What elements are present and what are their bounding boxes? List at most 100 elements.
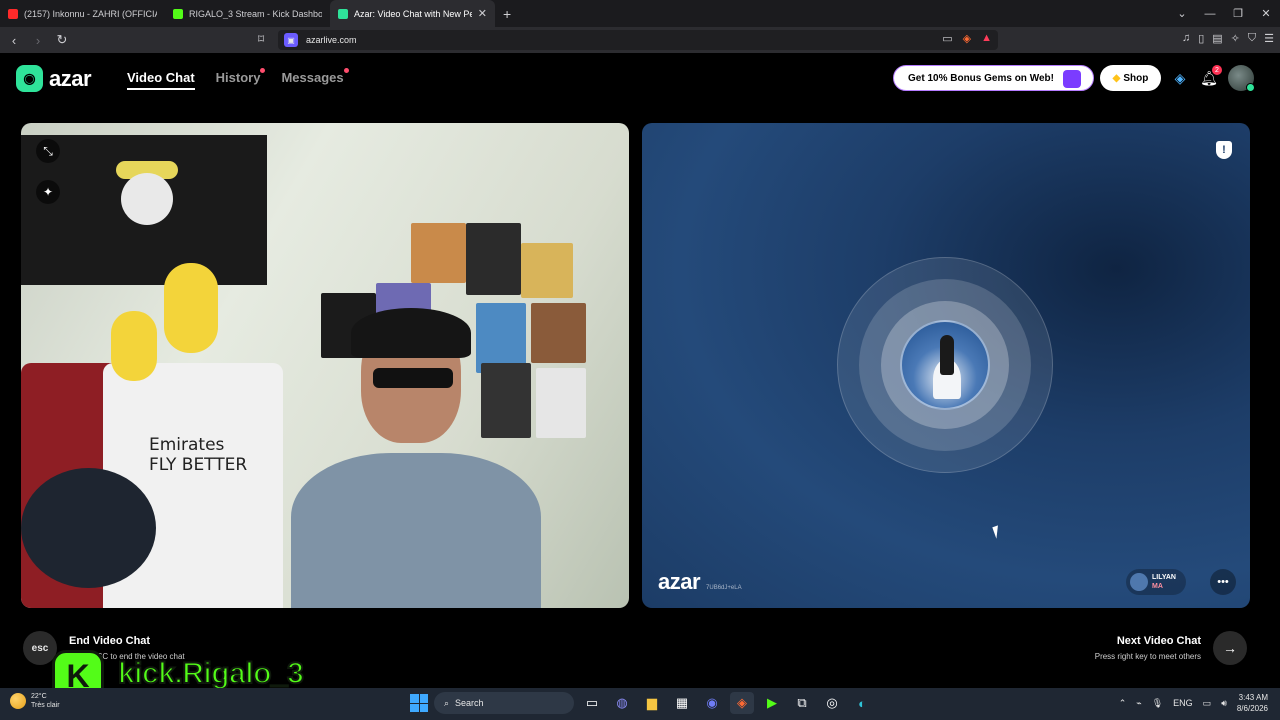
end-chat-title: End Video Chat [69, 635, 151, 647]
network-icon[interactable]: ⌁ [1136, 698, 1141, 709]
kick-icon [173, 8, 183, 19]
azar-logo[interactable]: ◉ azar [16, 65, 92, 92]
close-icon[interactable]: ✕ [1252, 7, 1280, 20]
browser-extensions: ♫ ▯ ▤ ✧ ⛉ ☰ [1182, 32, 1274, 45]
azar-watermark: azar 7UB6dJ+eLA [658, 569, 742, 595]
report-icon[interactable]: ! [1216, 141, 1232, 159]
browser-tab-youtube[interactable]: (2157) Inkonnu - ZAHRI (OFFICIAL AUDIO) [0, 0, 165, 27]
bell-icon[interactable]: 🔔︎ 2 [1200, 65, 1222, 87]
date: 8/6/2026 [1236, 704, 1268, 713]
taskbar-search[interactable]: ⌕ Search [434, 692, 574, 714]
nav-history-label: History [215, 70, 261, 85]
taskbar-apps: ⌕ Search ▭ ◍ ▆ ▦ ◉ ◈ ▶ ⧉ ◎ ◐ [410, 692, 874, 714]
store-icon[interactable]: ▦ [670, 692, 694, 714]
site-info-icon[interactable]: ▣ [284, 33, 298, 47]
resize-icon[interactable]: ⤡ [36, 139, 60, 163]
windows-start-icon[interactable] [410, 694, 428, 712]
chevron-down-icon[interactable]: ⌄ [1168, 7, 1196, 20]
teams-icon[interactable]: ◍ [610, 692, 634, 714]
microphone-icon[interactable]: 🎙︎ [1152, 698, 1163, 709]
task-view-icon[interactable]: ▭ [580, 692, 604, 714]
nav-messages[interactable]: Messages [281, 68, 349, 90]
shop-label: Shop [1123, 72, 1149, 84]
brave-browser-icon[interactable]: ◈ [730, 692, 754, 714]
partner-country: MA [1152, 583, 1163, 590]
minion-toy-large [164, 263, 218, 353]
language-indicator[interactable]: ENG [1173, 698, 1193, 708]
reload-icon[interactable]: ↻ [52, 32, 72, 48]
tab-title: Azar: Video Chat with New People [354, 8, 472, 19]
window-controls: ⌄ — ❐ ✕ [1168, 0, 1280, 27]
search-placeholder: Search [455, 698, 484, 708]
sidebar-icon[interactable]: ▯ [1198, 32, 1204, 45]
weather-widget[interactable]: 22°C Très clair [10, 692, 60, 710]
watermark-id: 7UB6dJ+eLA [706, 585, 742, 591]
screen: (2157) Inkonnu - ZAHRI (OFFICIAL AUDIO) … [0, 0, 1280, 720]
new-tab-icon[interactable]: + [503, 6, 511, 22]
person-torso [291, 453, 541, 608]
edge-icon[interactable]: ◐ [850, 692, 874, 714]
browser-tab-kick[interactable]: RIGALO_3 Stream - Kick Dashboard [165, 0, 330, 27]
gems-balance-icon[interactable]: ◈ [1171, 69, 1189, 87]
unread-dot [343, 68, 349, 73]
bookmark-icon[interactable]: ⌑ [258, 32, 264, 46]
back-icon[interactable]: ‹ [4, 33, 24, 48]
tab-title: (2157) Inkonnu - ZAHRI (OFFICIAL AUDIO) [24, 8, 157, 19]
rewards-icon[interactable]: ▲ [981, 32, 992, 45]
leo-ai-icon[interactable]: ✧ [1231, 32, 1240, 45]
vpn-shield-icon[interactable]: ⛉ [1248, 32, 1256, 45]
wallet-icon[interactable]: ▤ [1212, 32, 1222, 45]
taskbar: 22°C Très clair ⌕ Search ▭ ◍ ▆ ▦ ◉ ◈ ▶ ⧉… [0, 688, 1280, 720]
address-bar[interactable]: ▣ azarlive.com ▭ ◈ ▲ [278, 30, 998, 50]
unread-dot [260, 68, 266, 73]
kick-app-icon[interactable]: ▶ [760, 692, 784, 714]
chat-bubble-icon[interactable]: ••• [1210, 569, 1236, 595]
capcut-icon[interactable]: ⧉ [790, 692, 814, 714]
search-icon: ⌕ [444, 697, 450, 708]
partner-info[interactable]: LILYAN MA [1126, 569, 1186, 595]
partner-video-panel: ! azar 7UB6dJ+eLA LILYAN MA ••• [642, 123, 1250, 608]
media-icon[interactable]: ♫ [1182, 32, 1190, 45]
weather-text: 22°C Très clair [31, 692, 60, 710]
file-explorer-icon[interactable]: ▆ [640, 692, 664, 714]
partner-name: LILYAN [1152, 574, 1176, 581]
display-icon[interactable]: ▭ [1203, 698, 1212, 709]
avatar[interactable] [1228, 65, 1255, 92]
logo-text: azar [49, 65, 92, 91]
temperature: 22°C [31, 693, 47, 700]
time: 3:43 AM [1238, 693, 1268, 702]
nav-history[interactable]: History [215, 68, 266, 90]
youtube-icon [8, 8, 18, 19]
menu-icon[interactable]: ☰ [1264, 32, 1274, 45]
volume-icon[interactable]: 🔊︎ [1221, 698, 1227, 709]
obs-icon[interactable]: ◎ [820, 692, 844, 714]
shop-button[interactable]: ◆ Shop [1100, 65, 1161, 91]
online-indicator [1246, 83, 1255, 92]
clock[interactable]: 3:43 AM 8/6/2026 [1237, 692, 1268, 714]
url-text: azarlive.com [306, 35, 357, 45]
browser-tab-azar[interactable]: Azar: Video Chat with New People ✕ [330, 0, 495, 27]
cast-icon[interactable]: ▭ [942, 32, 952, 45]
nav-video-chat[interactable]: Video Chat [127, 70, 195, 90]
maximize-icon[interactable]: ❐ [1224, 7, 1252, 20]
minimize-icon[interactable]: — [1196, 8, 1224, 20]
browser-toolbar: ‹ › ↻ ⌑ ▣ azarlive.com ▭ ◈ ▲ ♫ ▯ ▤ ✧ ⛉ ☰ [0, 27, 1280, 53]
next-chat-subtitle: Press right key to meet others [1094, 652, 1201, 661]
next-chat-title: Next Video Chat [1116, 635, 1201, 647]
partner-avatar [1130, 573, 1148, 591]
self-video-panel: Emirates FLY BETTER ⤡ ✦ [21, 123, 629, 608]
forward-icon[interactable]: › [28, 33, 48, 48]
brave-shield-icon[interactable]: ◈ [963, 32, 971, 45]
magic-wand-icon[interactable]: ✦ [36, 180, 60, 204]
watermark-logo: azar [658, 569, 701, 594]
close-tab-icon[interactable]: ✕ [478, 7, 487, 20]
chevron-up-icon[interactable]: ⌃ [1119, 698, 1127, 709]
next-chat-button[interactable]: → [1213, 631, 1247, 665]
promo-label: Get 10% Bonus Gems on Web! [908, 72, 1054, 84]
discord-icon[interactable]: ◉ [700, 692, 724, 714]
gem-icon: ◆ [1112, 72, 1121, 84]
skull-image [121, 173, 173, 225]
main-nav: Video Chat History Messages [127, 68, 349, 90]
bonus-gems-button[interactable]: Get 10% Bonus Gems on Web! [893, 65, 1094, 91]
arrow-right-icon: → [1223, 640, 1237, 656]
